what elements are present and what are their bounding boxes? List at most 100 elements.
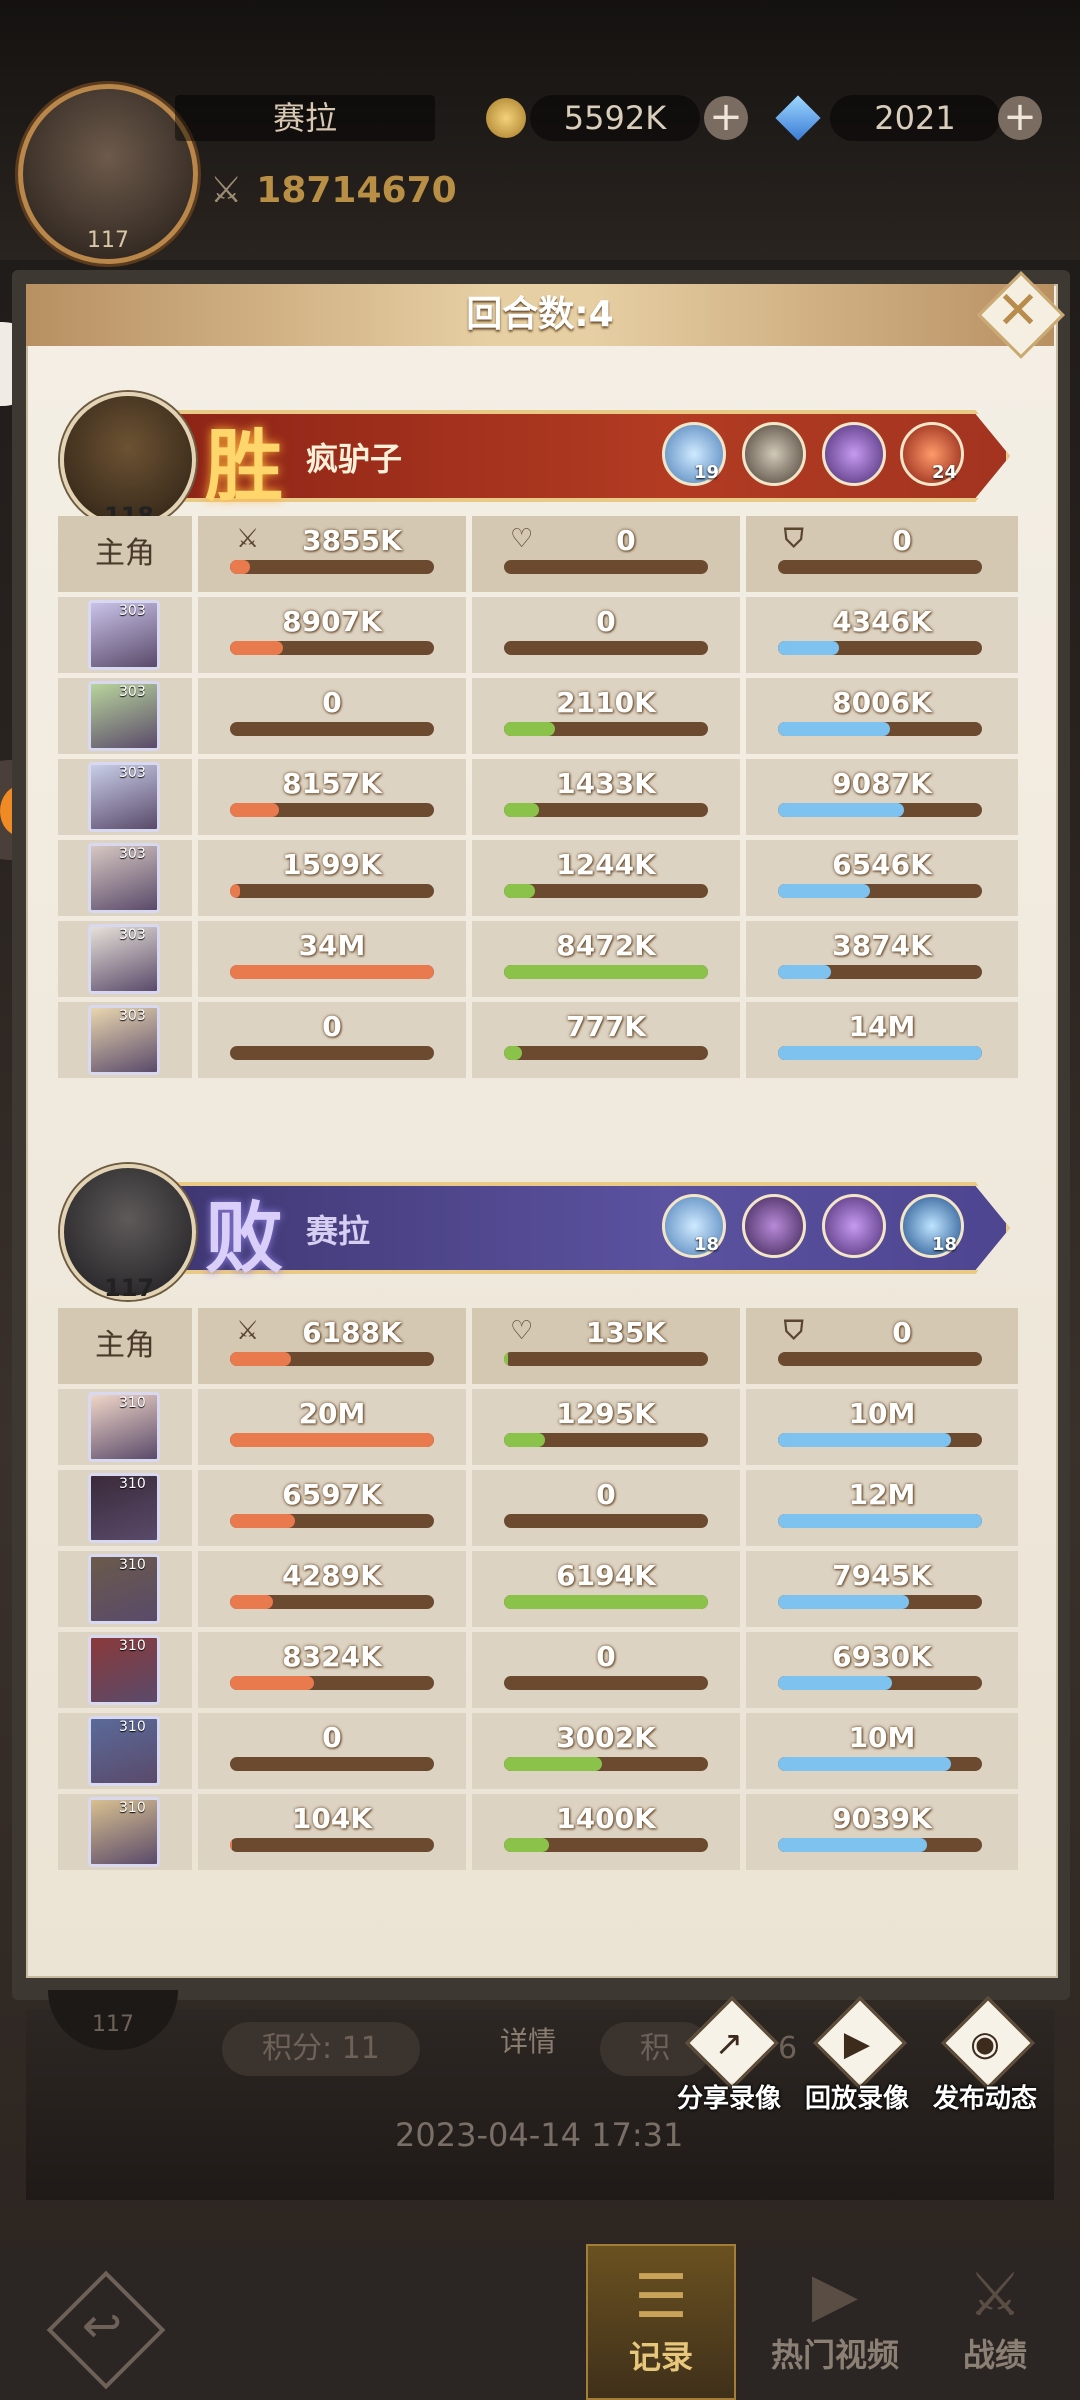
hero-portrait[interactable]: 303: [88, 1005, 160, 1075]
heal-bar: [504, 722, 708, 736]
def-bar-fill: [778, 1595, 909, 1609]
hero-portrait-cell: 303: [58, 1002, 192, 1078]
hero-portrait[interactable]: 310: [88, 1392, 160, 1462]
heal-value: 777K: [565, 1010, 647, 1043]
hero-row: 310 4289K 6194K 7945K: [58, 1551, 1018, 1627]
dmg-bar-fill: [230, 965, 434, 979]
lead-label-cell: 主角: [58, 1308, 192, 1384]
close-icon: ✕: [996, 281, 1040, 341]
def-cell: 6930K: [746, 1632, 1018, 1708]
hero-level: 310: [119, 1395, 146, 1411]
dmg-cell: 0: [198, 1713, 466, 1789]
hero-level: 303: [119, 684, 146, 700]
hero-portrait-cell: 303: [58, 678, 192, 754]
demon-skill-icon[interactable]: [742, 1194, 806, 1258]
hero-portrait[interactable]: 310: [88, 1716, 160, 1786]
hero-level: 303: [119, 927, 146, 943]
hero-portrait[interactable]: 303: [88, 681, 160, 751]
heal-bar: [504, 1433, 708, 1447]
dmg-value: 104K: [291, 1802, 373, 1835]
fire-skill-icon[interactable]: 24: [900, 422, 964, 486]
bottom-nav: [0, 2250, 1080, 2400]
heal-bar-fill: [504, 1046, 523, 1060]
def-bar-fill: [778, 965, 832, 979]
def-bar-fill: [778, 884, 870, 898]
heal-bar: [504, 1352, 708, 1366]
def-cell: 4346K: [746, 597, 1018, 673]
def-value: 0: [892, 1316, 912, 1349]
heal-value: 1244K: [556, 848, 656, 881]
heal-bar: [504, 1514, 708, 1528]
heal-bar-fill: [504, 1757, 602, 1771]
def-bar: [778, 641, 982, 655]
heal-cell: 3002K: [472, 1713, 740, 1789]
helmet-skill-icon[interactable]: [822, 422, 886, 486]
hero-portrait-cell: 310: [58, 1551, 192, 1627]
hero-level: 310: [119, 1557, 146, 1573]
hero-portrait[interactable]: 310: [88, 1554, 160, 1624]
lead-label-cell: 主角: [58, 516, 192, 592]
hero-portrait[interactable]: 303: [88, 762, 160, 832]
add-gems-button[interactable]: +: [998, 96, 1042, 140]
hero-portrait[interactable]: 310: [88, 1635, 160, 1705]
heal-bar-fill: [504, 1433, 545, 1447]
tab-hot-videos[interactable]: ▶ 热门视频: [760, 2244, 910, 2400]
def-value: 10M: [848, 1397, 916, 1430]
def-bar-fill: [778, 722, 891, 736]
hero-portrait[interactable]: 303: [88, 843, 160, 913]
hero-portrait[interactable]: 310: [88, 1797, 160, 1867]
heal-bar: [504, 884, 708, 898]
hero-row: 310 104K 1400K 9039K: [58, 1794, 1018, 1870]
def-value: 3874K: [832, 929, 932, 962]
def-value: 14M: [848, 1010, 916, 1043]
ice-crystal-skill-icon[interactable]: 19: [662, 422, 726, 486]
hero-level: 310: [119, 1800, 146, 1816]
def-cell: ⛉ 0: [746, 1308, 1018, 1384]
back-button[interactable]: ↩: [44, 2268, 166, 2390]
tab-stats[interactable]: ⚔ 战绩: [920, 2244, 1070, 2400]
ice-crystal-skill-icon[interactable]: 18: [662, 1194, 726, 1258]
heal-bar: [504, 560, 708, 574]
dmg-bar: [230, 722, 434, 736]
def-bar: [778, 560, 982, 574]
post-update-label: 发布动态: [932, 2084, 1037, 2114]
share-recording-button[interactable]: ↗ 分享录像: [664, 1996, 794, 2116]
dmg-value: 0: [322, 1721, 342, 1754]
heal-value: 1295K: [556, 1397, 656, 1430]
def-value: 9039K: [832, 1802, 932, 1835]
def-cell: ⛉ 0: [746, 516, 1018, 592]
def-bar-fill: [778, 641, 840, 655]
lead-row: 主角 ⚔ 3855K ♡ 0 ⛉ 0: [58, 516, 1018, 592]
share-icon: ↗: [714, 2024, 744, 2064]
hero-portrait[interactable]: 310: [88, 1473, 160, 1543]
def-cell: 10M: [746, 1389, 1018, 1465]
add-gold-button[interactable]: +: [704, 96, 748, 140]
dmg-cell: 104K: [198, 1794, 466, 1870]
helmet-skill-icon[interactable]: [822, 1194, 886, 1258]
replay-recording-button[interactable]: ▶ 回放录像: [792, 1996, 922, 2116]
heal-cell: 2110K: [472, 678, 740, 754]
tab-record[interactable]: ☰ 记录: [586, 2244, 736, 2400]
dmg-bar: [230, 965, 434, 979]
hero-portrait[interactable]: 303: [88, 924, 160, 994]
hero-row: 303 0 777K 14M: [58, 1002, 1018, 1078]
player-level: 117: [87, 228, 129, 253]
heal-cell: 0: [472, 1632, 740, 1708]
blue-swirl-skill-icon[interactable]: 18: [900, 1194, 964, 1258]
def-bar-fill: [778, 1046, 982, 1060]
gear-skill-icon[interactable]: [742, 422, 806, 486]
def-value: 6930K: [832, 1640, 932, 1673]
def-bar: [778, 803, 982, 817]
player-avatar[interactable]: 117: [18, 84, 198, 264]
detail-button[interactable]: 详情: [500, 2020, 556, 2060]
hero-portrait[interactable]: 303: [88, 600, 160, 670]
heal-value: 0: [596, 1640, 616, 1673]
notepad-icon: ☰: [634, 2262, 688, 2332]
heal-value: 3002K: [556, 1721, 656, 1754]
close-button[interactable]: ✕: [977, 271, 1065, 359]
dmg-value: 0: [322, 1010, 342, 1043]
post-update-button[interactable]: ◉ 发布动态: [920, 1996, 1050, 2116]
heal-bar: [504, 641, 708, 655]
def-bar: [778, 722, 982, 736]
heal-bar: [504, 1046, 708, 1060]
